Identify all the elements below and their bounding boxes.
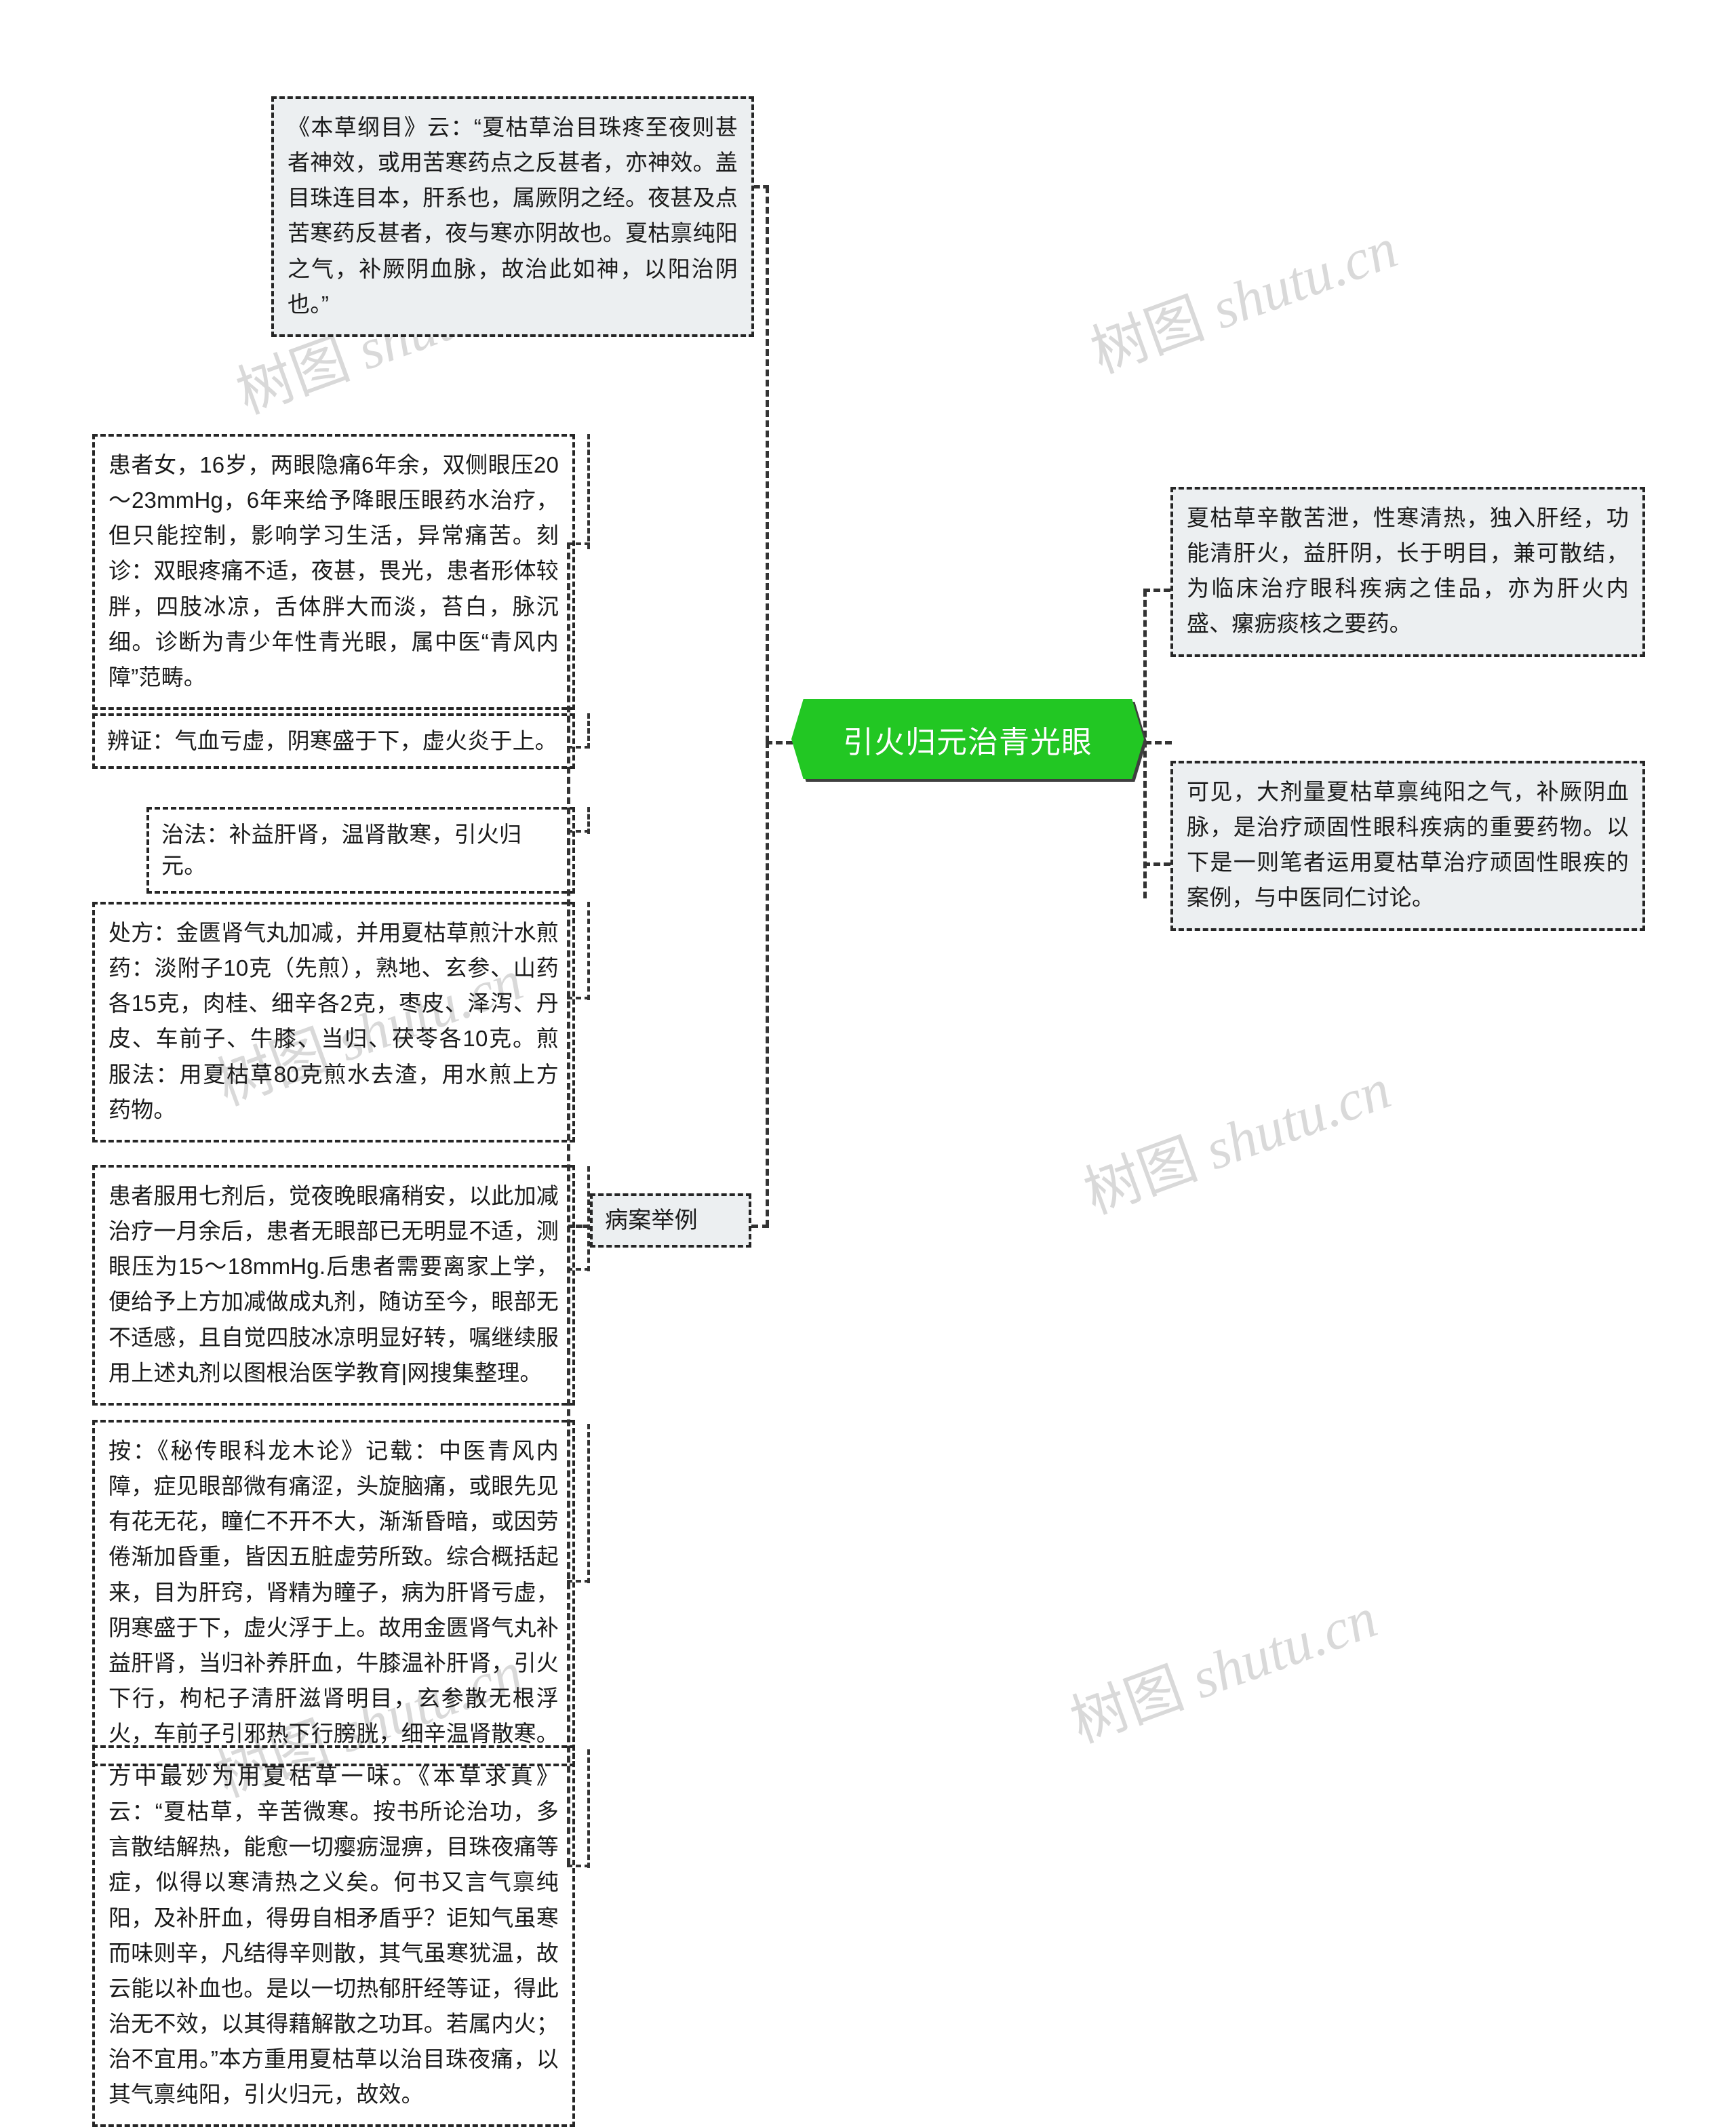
node-syndrome-differentiation[interactable]: 辨证：气血亏虚，阴寒盛于下，虚火炎于上。 bbox=[92, 713, 575, 770]
node-bencao-gangmu-quote[interactable]: 《本草纲目》云：“夏枯草治目珠疼至夜则甚者神效，或用苦寒药点之反甚者，亦神效。盖… bbox=[271, 96, 754, 337]
mindmap-canvas: 树图 shutu.cn 树图 shutu.cn 树图 shutu.cn 树图 s… bbox=[0, 0, 1736, 2127]
node-case-examples-label[interactable]: 病案举例 bbox=[590, 1193, 751, 1248]
connector-child-drop-1 bbox=[587, 434, 590, 549]
node-xiakucao-conclusion[interactable]: 可见，大剂量夏枯草禀纯阳之气，补厥阴血脉，是治疗顽固性眼科疾病的重要药物。以下是… bbox=[1170, 761, 1645, 931]
node-follow-up[interactable]: 患者服用七剂后，觉夜晚眼痛稍安，以此加减治疗一月余后，患者无眼部已无明显不适，测… bbox=[92, 1165, 575, 1406]
connector-case-stub bbox=[751, 1225, 769, 1228]
watermark: 树图 shutu.cn bbox=[1062, 1586, 1385, 1756]
connector-top-trunk bbox=[766, 186, 769, 742]
connector-child-drop-2 bbox=[587, 713, 590, 749]
connector-child-drop-7 bbox=[587, 1749, 590, 1868]
node-commentary-an[interactable]: 按：《秘传眼科龙木论》记载：中医青风内障，症见眼部微有痛涩，头旋脑痛，或眼先见有… bbox=[92, 1420, 575, 1767]
connector-child-drop-3 bbox=[587, 807, 590, 834]
connector-top-stub bbox=[754, 185, 769, 188]
node-commentary-xiakucao[interactable]: 方中最妙为用夏枯草一味。《本草求真》云：“夏枯草，辛苦微寒。按书所论治功，多言散… bbox=[92, 1745, 575, 2127]
center-node-title[interactable]: 引火归元治青光眼 bbox=[791, 699, 1144, 779]
node-patient-history[interactable]: 患者女，16岁，两眼隐痛6年余，双侧眼压20～23mmHg，6年来给予降眼压眼药… bbox=[92, 434, 575, 710]
connector-case-trunk bbox=[766, 741, 769, 1227]
connector-right-branch-1 bbox=[1143, 589, 1170, 592]
connector-right-branch-2 bbox=[1143, 862, 1170, 866]
node-xiakucao-properties[interactable]: 夏枯草辛散苦泄，性寒清热，独入肝经，功能清肝火，益肝阴，长于明目，兼可散结，为临… bbox=[1170, 487, 1645, 657]
watermark: 树图 shutu.cn bbox=[1082, 216, 1406, 386]
connector-child-drop-4 bbox=[587, 902, 590, 1000]
node-treatment-method[interactable]: 治法：补益肝肾，温肾散寒，引火归元。 bbox=[146, 807, 575, 894]
connector-center-left-stub bbox=[766, 741, 793, 744]
connector-center-right-stub bbox=[1145, 741, 1172, 744]
connector-child-drop-6 bbox=[587, 1424, 590, 1583]
watermark: 树图 shutu.cn bbox=[1076, 1057, 1399, 1227]
node-prescription[interactable]: 处方：金匮肾气丸加减，并用夏枯草煎汁水煎药：淡附子10克（先煎），熟地、玄参、山… bbox=[92, 902, 575, 1142]
